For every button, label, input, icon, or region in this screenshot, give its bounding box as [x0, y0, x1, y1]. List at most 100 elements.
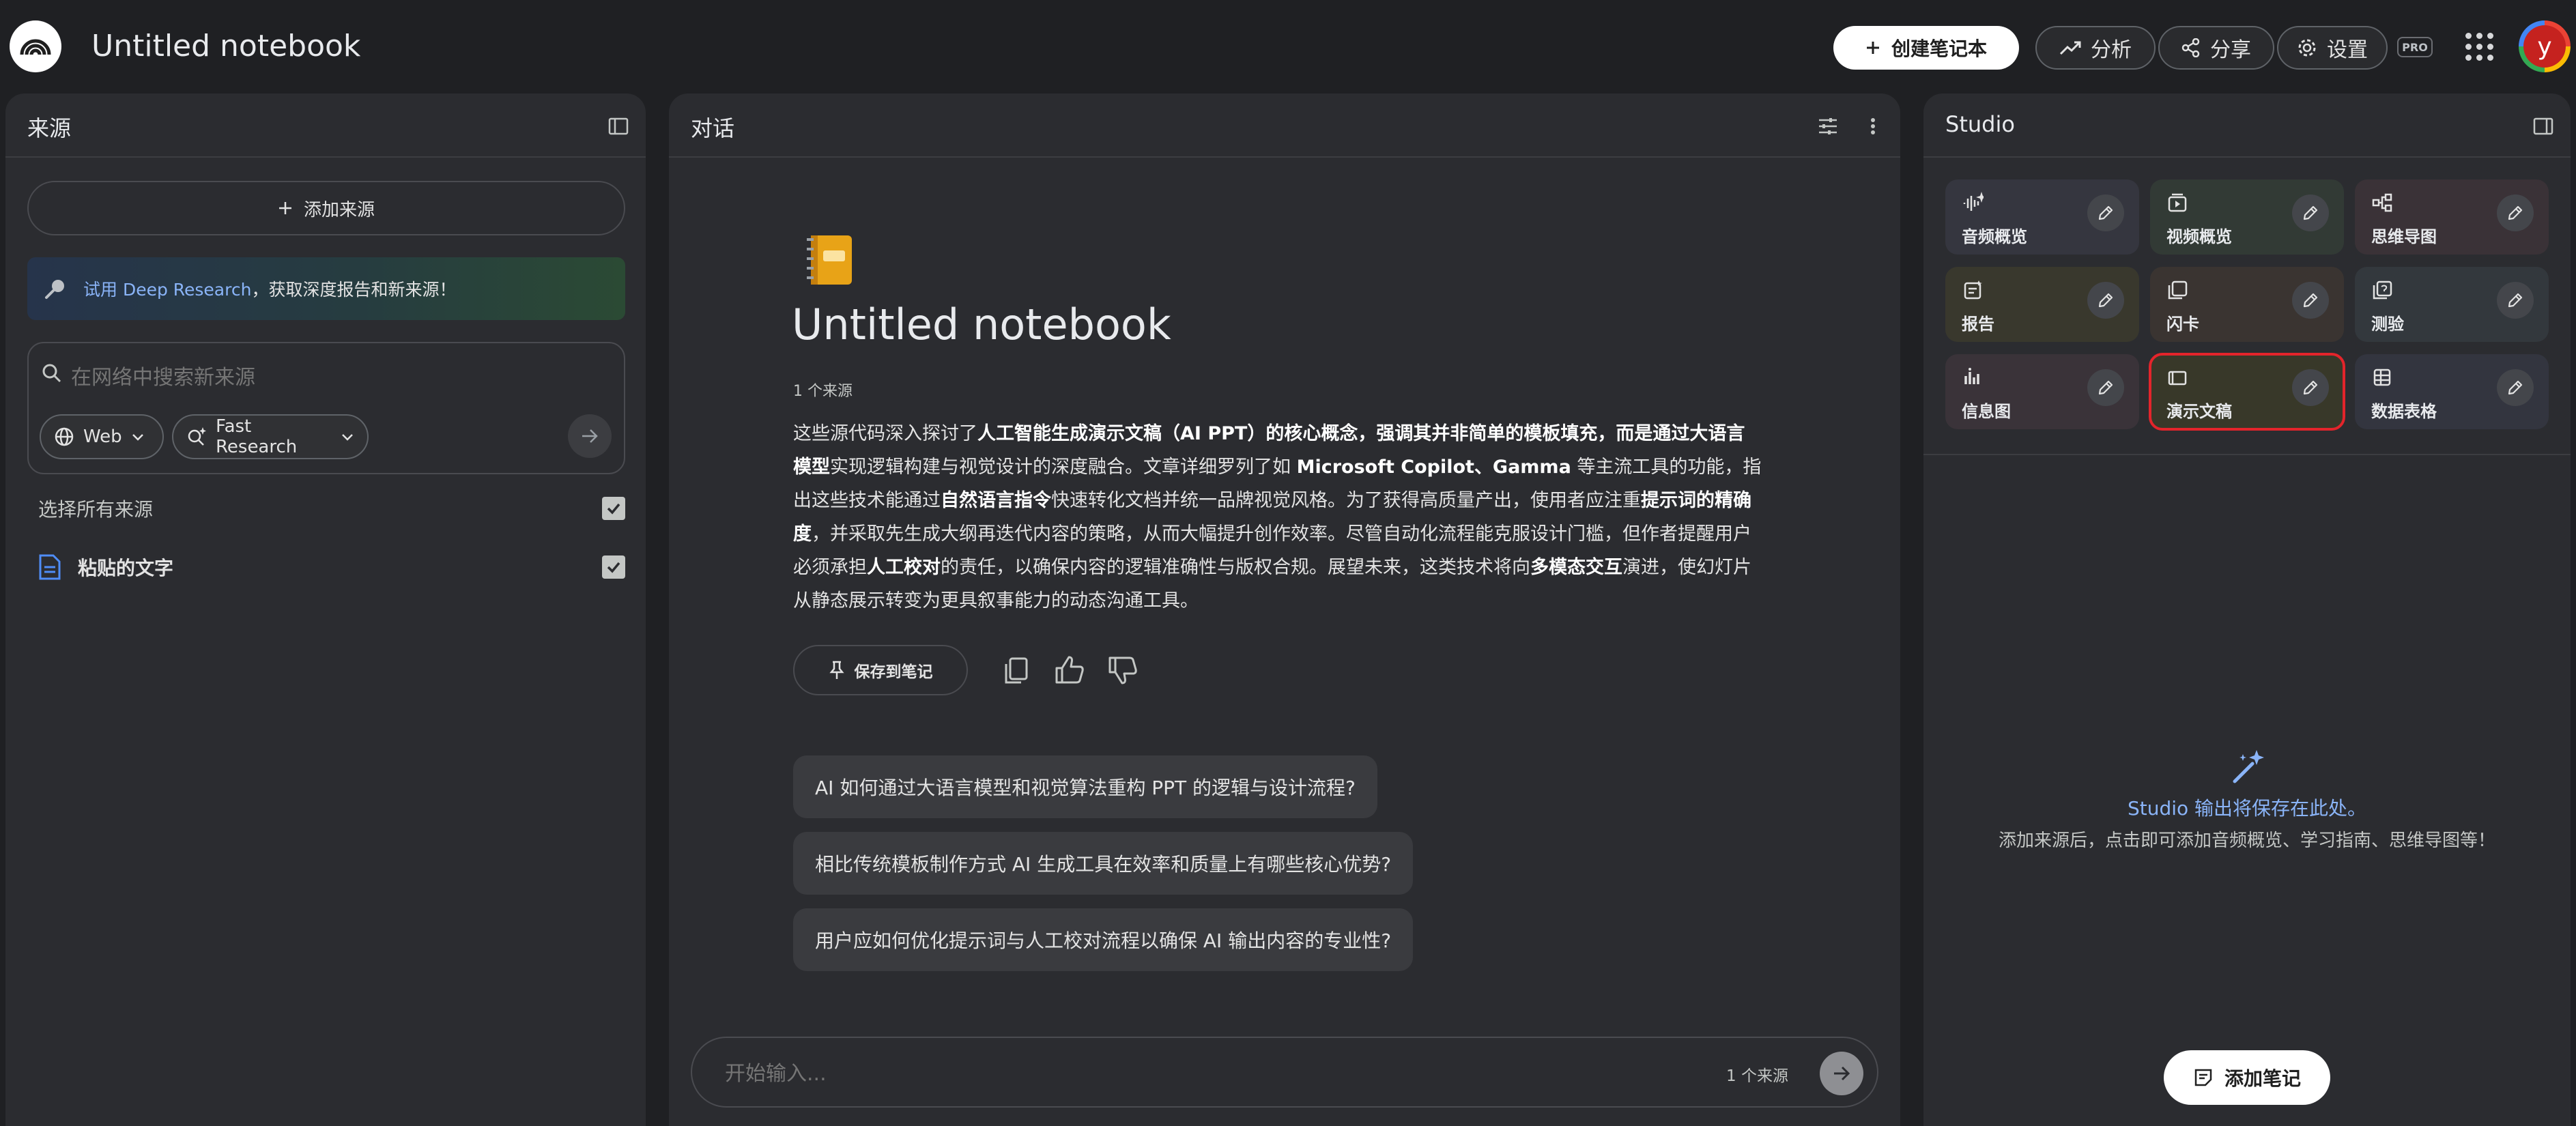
edit-pencil-icon[interactable]: [2292, 369, 2329, 406]
share-button[interactable]: 分享: [2158, 26, 2274, 70]
web-search-input[interactable]: [70, 358, 588, 396]
studio-empty-title: Studio 输出将保存在此处。: [2127, 797, 2367, 820]
plus-icon: [1865, 40, 1880, 55]
summary-text: 的责任，以确保内容的逻辑准确性与版权合规。展望未来，这类技术将向: [941, 557, 1530, 578]
studio-tile[interactable]: 闪卡: [2150, 267, 2344, 342]
gear-icon: [2297, 38, 2317, 58]
divider: [1923, 454, 2571, 455]
apps-grid-icon[interactable]: [2465, 33, 2494, 61]
edit-pencil-icon[interactable]: [2292, 194, 2329, 231]
select-all-checkbox[interactable]: [602, 497, 625, 520]
suggested-question-text: AI 如何通过大语言模型和视觉算法重构 PPT 的逻辑与设计流程?: [815, 777, 1356, 799]
arrow-right-icon: [579, 426, 600, 446]
avatar-letter: y: [2523, 25, 2566, 68]
studio-title: Studio: [1945, 111, 2015, 137]
infographic-icon: [1962, 366, 1984, 388]
settings-label: 设置: [2327, 38, 2368, 62]
video-icon: [2166, 192, 2188, 214]
chevron-down-icon: [340, 429, 355, 444]
pro-badge: PRO: [2397, 37, 2433, 57]
chat-source-count: 1 个来源: [1726, 1067, 1788, 1085]
notebook-title[interactable]: Untitled notebook: [91, 27, 360, 66]
studio-tile-label: 报告: [1962, 315, 1994, 334]
analytics-label: 分析: [2091, 38, 2132, 62]
add-note-label: 添加笔记: [2224, 1067, 2301, 1090]
select-all-sources-row[interactable]: 选择所有来源: [38, 488, 625, 529]
sources-header: 来源: [5, 93, 646, 158]
deep-research-link[interactable]: 试用 Deep Research: [83, 280, 251, 300]
source-item-main: 粘贴的文字: [38, 553, 173, 581]
summary-text: 实现逻辑构建与视觉设计的深度融合。文章详细罗列了如: [830, 457, 1297, 478]
top-bar: Untitled notebook 创建笔记本 分析 分享 设置 PRO y: [0, 0, 2576, 92]
avatar[interactable]: y: [2519, 20, 2571, 72]
chat-panel: 对话 Untitled notebook 1 个来源 这些源代码深入探讨了人工智…: [669, 93, 1900, 1126]
deep-research-banner[interactable]: 试用 Deep Research，获取深度报告和新来源！: [27, 257, 625, 320]
suggested-question[interactable]: 用户应如何优化提示词与人工校对流程以确保 AI 输出内容的专业性?: [793, 908, 1414, 971]
send-button[interactable]: [1820, 1052, 1863, 1095]
chat-title: 对话: [691, 115, 735, 141]
studio-panel: Studio 音频概览 视频概览 思维导图报告 闪卡 测验信息图 演示文稿 数据表格 Stu…: [1923, 93, 2571, 1126]
document-icon: [38, 553, 61, 581]
analytics-button[interactable]: 分析: [2035, 26, 2156, 70]
thumbs-down-icon[interactable]: [1106, 653, 1140, 687]
studio-tile[interactable]: 音频概览: [1945, 179, 2139, 255]
search-submit-button[interactable]: [568, 414, 612, 458]
studio-tile-label: 视频概览: [2166, 227, 2232, 246]
collapse-panel-icon[interactable]: [605, 113, 632, 140]
magic-wand-icon: [2229, 747, 2267, 785]
research-search-icon: [44, 276, 68, 301]
create-notebook-button[interactable]: 创建笔记本: [1833, 26, 2019, 70]
tune-settings-icon[interactable]: [1814, 113, 1842, 140]
studio-tile[interactable]: 测验: [2355, 267, 2549, 342]
edit-pencil-icon[interactable]: [2087, 369, 2124, 406]
notebook-heading: Untitled notebook: [792, 300, 1171, 349]
edit-pencil-icon[interactable]: [2497, 369, 2534, 406]
studio-tile[interactable]: 演示文稿: [2149, 353, 2345, 431]
add-note-button[interactable]: 添加笔记: [2164, 1050, 2330, 1105]
thumbs-up-icon[interactable]: [1053, 653, 1087, 687]
copy-icon[interactable]: [999, 653, 1033, 687]
web-source-chip[interactable]: Web: [40, 414, 164, 459]
select-all-label: 选择所有来源: [38, 498, 154, 521]
studio-tile[interactable]: 数据表格: [2355, 354, 2549, 429]
source-item[interactable]: 粘贴的文字: [38, 545, 625, 589]
collapse-panel-icon[interactable]: [2530, 113, 2557, 140]
edit-pencil-icon[interactable]: [2292, 282, 2329, 319]
suggested-question[interactable]: 相比传统模板制作方式 AI 生成工具在效率和质量上有哪些核心优势?: [793, 832, 1414, 895]
add-source-label: 添加来源: [303, 199, 375, 220]
add-source-button[interactable]: 添加来源: [27, 181, 625, 235]
save-to-note-button[interactable]: 保存到笔记: [793, 645, 968, 695]
source-item-checkbox[interactable]: [602, 555, 625, 579]
slides-icon: [2166, 366, 2188, 388]
arrow-right-icon: [1831, 1063, 1852, 1084]
trending-up-icon: [2059, 40, 2081, 55]
summary-text: 人工校对: [867, 557, 941, 578]
studio-tile[interactable]: 视频概览: [2150, 179, 2344, 255]
studio-tile[interactable]: 报告: [1945, 267, 2139, 342]
source-count: 1 个来源: [793, 383, 853, 400]
notebooklm-logo-icon[interactable]: [10, 20, 61, 72]
chat-input[interactable]: [724, 1054, 1679, 1093]
studio-tile-label: 音频概览: [1962, 227, 2027, 246]
edit-pencil-icon[interactable]: [2497, 194, 2534, 231]
suggested-question-text: 用户应如何优化提示词与人工校对流程以确保 AI 输出内容的专业性?: [815, 929, 1392, 952]
note-icon: [2193, 1067, 2214, 1088]
more-vert-icon[interactable]: [1859, 113, 1887, 140]
web-search-box: Web Fast Research: [27, 342, 625, 474]
edit-pencil-icon[interactable]: [2087, 194, 2124, 231]
edit-pencil-icon[interactable]: [2497, 282, 2534, 319]
summary-text: 这些源代码深入探讨了: [793, 423, 977, 444]
search-icon: [41, 362, 63, 384]
settings-button[interactable]: 设置: [2277, 26, 2388, 70]
edit-pencil-icon[interactable]: [2087, 282, 2124, 319]
suggested-question-text: 相比传统模板制作方式 AI 生成工具在效率和质量上有哪些核心优势?: [815, 853, 1392, 876]
suggested-question[interactable]: AI 如何通过大语言模型和视觉算法重构 PPT 的逻辑与设计流程?: [793, 755, 1377, 818]
studio-tile-label: 测验: [2371, 315, 2404, 334]
share-icon: [2181, 38, 2201, 57]
table-icon: [2371, 366, 2393, 388]
studio-tile[interactable]: 思维导图: [2355, 179, 2549, 255]
fast-research-chip[interactable]: Fast Research: [172, 414, 369, 459]
studio-tile-label: 数据表格: [2371, 402, 2437, 421]
summary-text: 多模态交互: [1530, 557, 1622, 578]
studio-tile[interactable]: 信息图: [1945, 354, 2139, 429]
